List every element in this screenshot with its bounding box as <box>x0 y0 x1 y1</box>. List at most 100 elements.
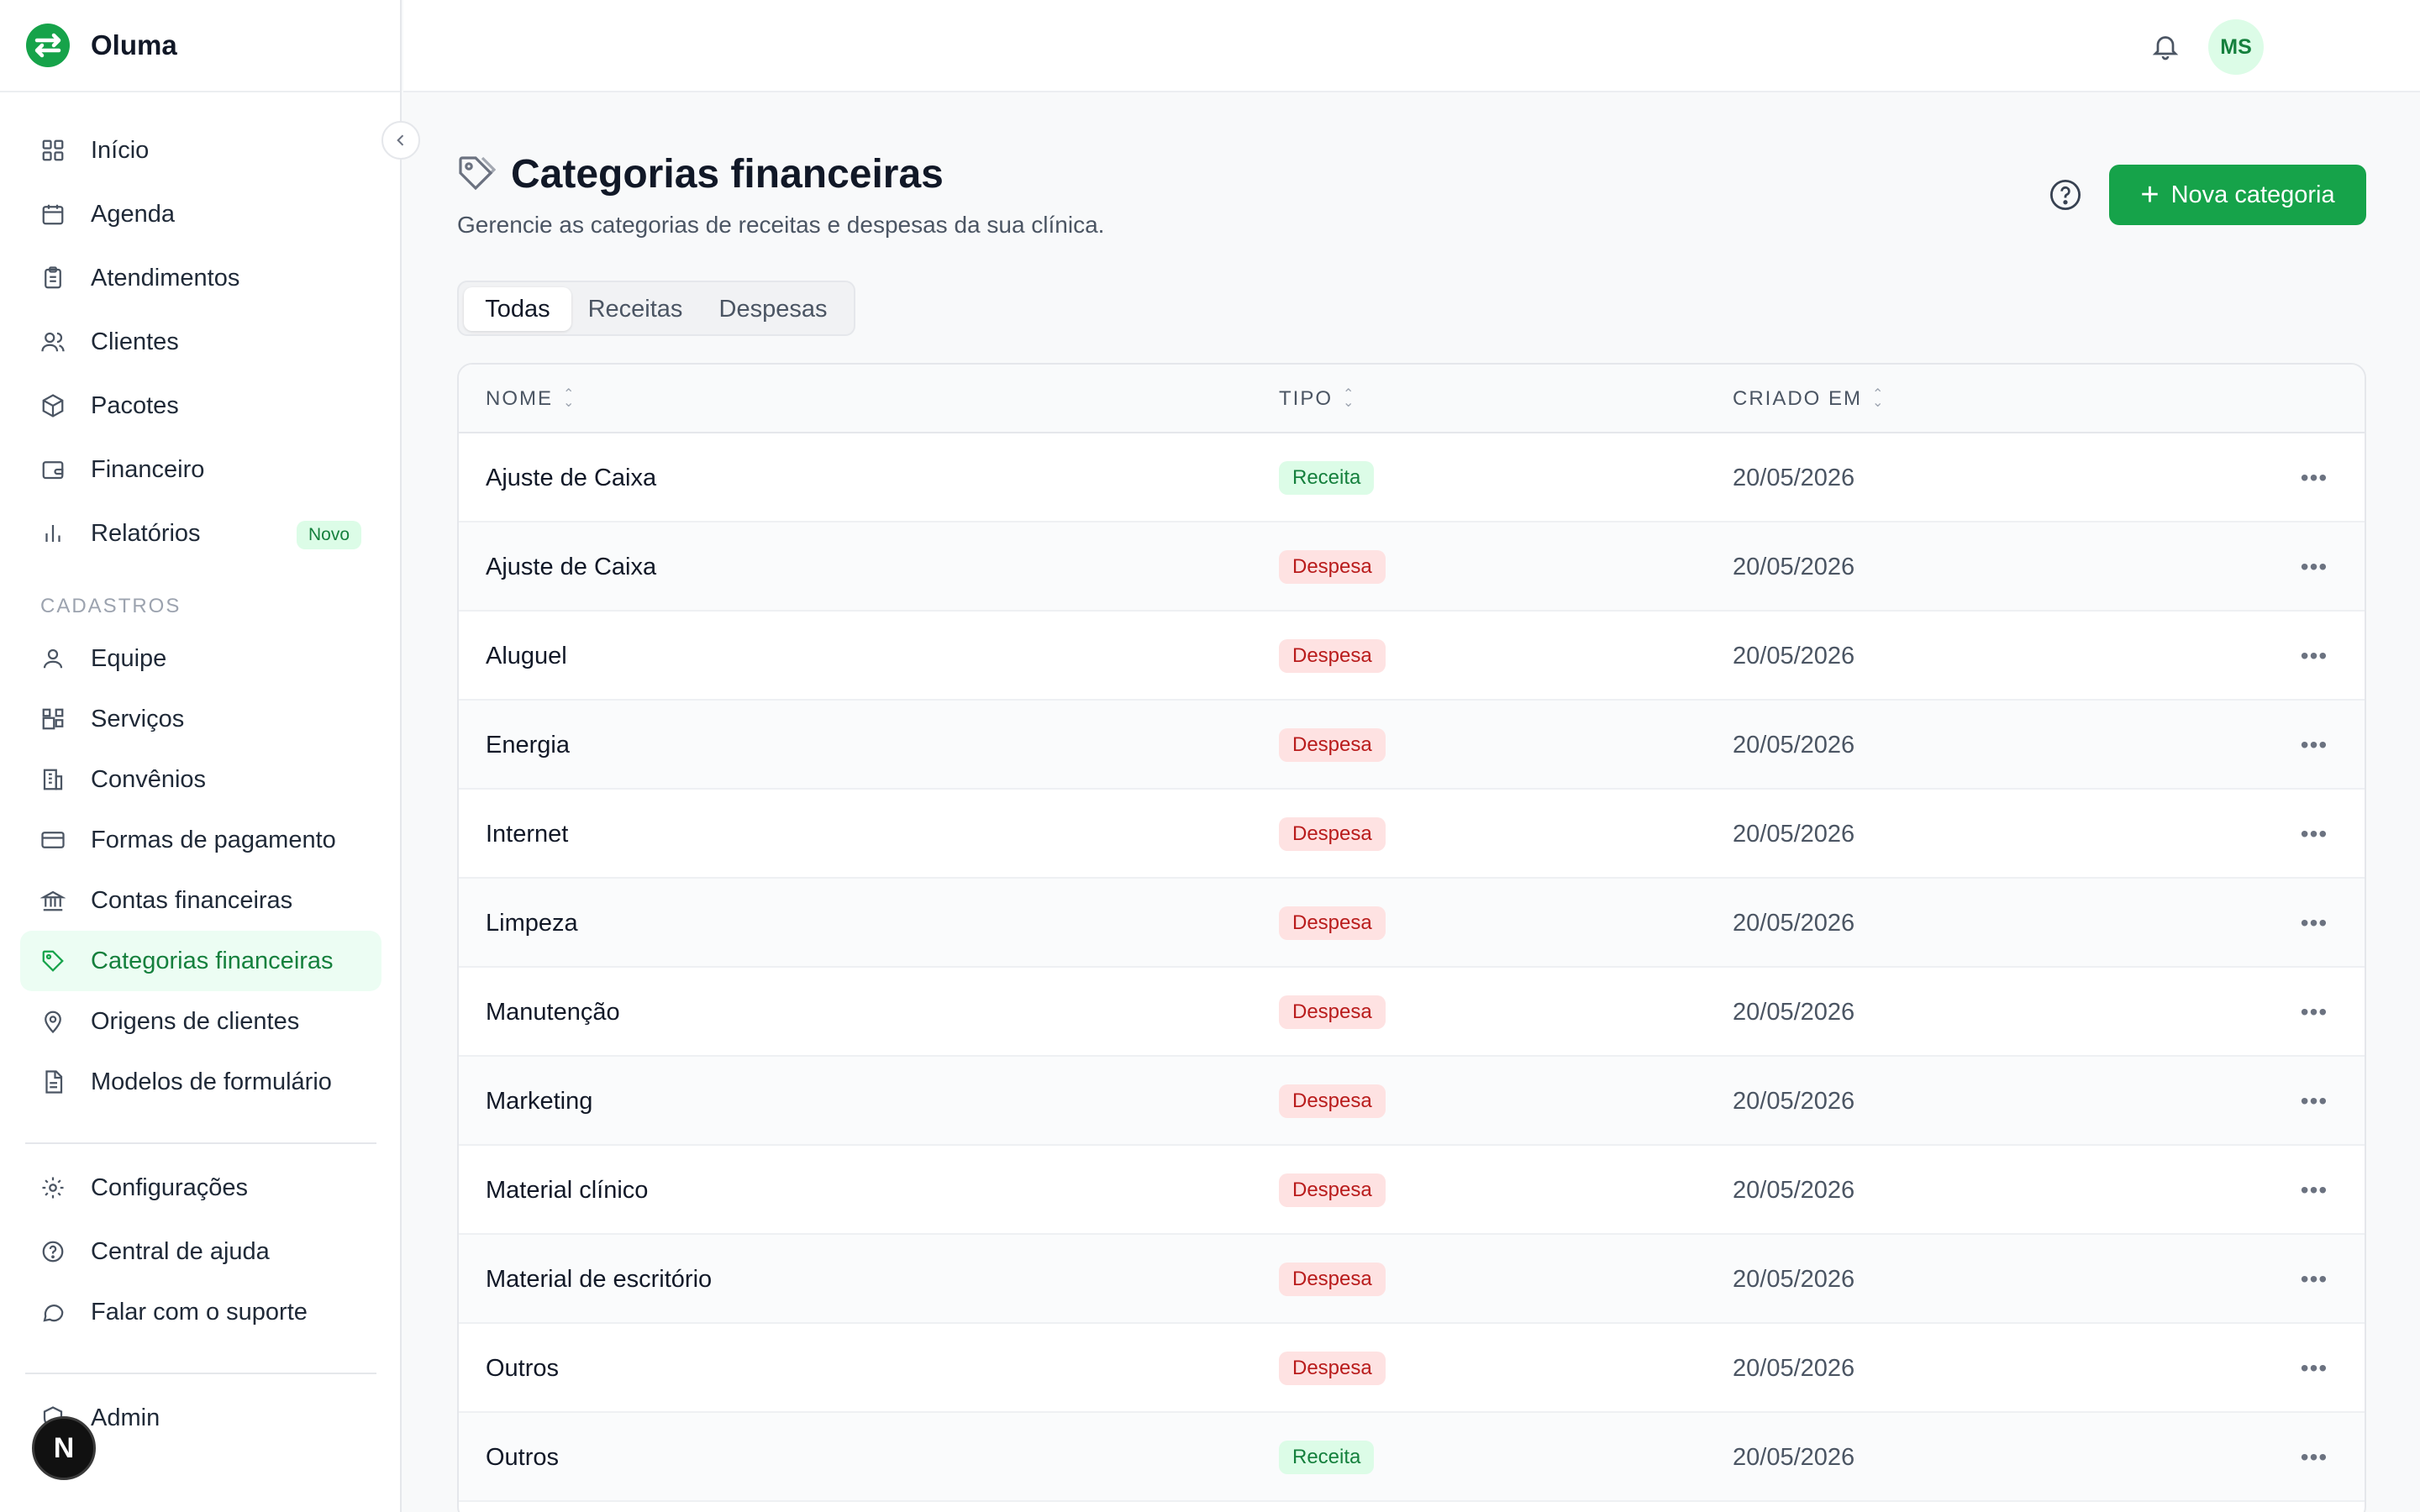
more-horizontal-icon: ••• <box>2300 643 2328 669</box>
table-row[interactable]: Ajuste de Caixa Despesa 20/05/2026 ••• <box>459 522 2365 612</box>
sidebar-item-contas-financeiras[interactable]: Contas financeiras <box>20 870 381 931</box>
row-actions-button[interactable]: ••• <box>2296 909 2333 937</box>
sidebar-item-configuracoes[interactable]: Configurações <box>20 1158 381 1218</box>
wallet-icon <box>39 455 67 484</box>
category-name: Internet <box>486 820 569 848</box>
table-row[interactable]: Limpeza Despesa 20/05/2026 ••• <box>459 879 2365 968</box>
type-badge: Despesa <box>1279 639 1386 673</box>
row-actions-button[interactable]: ••• <box>2296 1176 2333 1205</box>
sidebar-item-equipe[interactable]: Equipe <box>20 628 381 689</box>
tab-todas[interactable]: Todas <box>464 287 571 331</box>
dev-tools-fab[interactable]: N <box>32 1416 96 1480</box>
category-name: Ajuste de Caixa <box>486 553 657 580</box>
sidebar-item-origens-clientes[interactable]: Origens de clientes <box>20 991 381 1052</box>
sidebar-item-clientes[interactable]: Clientes <box>20 312 381 372</box>
row-actions-button[interactable]: ••• <box>2296 998 2333 1026</box>
type-badge: Receita <box>1279 1441 1375 1474</box>
category-name: Material de escritório <box>486 1265 713 1293</box>
users-icon <box>39 328 67 356</box>
column-header-criado-em[interactable]: CRIADO EM ⌃ ⌄ <box>1733 365 1885 433</box>
tab-despesas[interactable]: Despesas <box>701 287 845 331</box>
more-horizontal-icon: ••• <box>2300 999 2328 1025</box>
created-date: 20/05/2026 <box>1733 820 1855 848</box>
more-horizontal-icon: ••• <box>2300 1266 2328 1292</box>
type-badge: Despesa <box>1279 906 1386 940</box>
table-row[interactable]: Aluguel Despesa 20/05/2026 ••• <box>459 612 2365 701</box>
sidebar-item-categorias-financeiras[interactable]: Categorias financeiras <box>20 931 381 991</box>
bank-icon <box>39 886 67 915</box>
table-row[interactable]: Outros Receita 20/05/2026 ••• <box>459 1413 2365 1502</box>
brand[interactable]: Oluma <box>0 0 400 92</box>
created-date: 20/05/2026 <box>1733 1176 1855 1204</box>
sort-icon: ⌃ ⌄ <box>563 387 576 410</box>
sidebar-item-label: Equipe <box>91 644 167 672</box>
file-text-icon <box>39 1068 67 1096</box>
category-name: Ajuste de Caixa <box>486 464 657 491</box>
row-actions-button[interactable]: ••• <box>2296 642 2333 670</box>
row-actions-button[interactable]: ••• <box>2296 1265 2333 1294</box>
tag-icon <box>455 153 499 197</box>
row-actions-button[interactable]: ••• <box>2296 1354 2333 1383</box>
created-date: 20/05/2026 <box>1733 642 1855 669</box>
sidebar-item-modelos-formulario[interactable]: Modelos de formulário <box>20 1052 381 1112</box>
sidebar-item-atendimentos[interactable]: Atendimentos <box>20 248 381 308</box>
table-row[interactable]: Energia Despesa 20/05/2026 ••• <box>459 701 2365 790</box>
table-row[interactable]: Internet Despesa 20/05/2026 ••• <box>459 790 2365 879</box>
collapse-sidebar-button[interactable] <box>381 121 420 160</box>
sidebar-item-pacotes[interactable]: Pacotes <box>20 375 381 436</box>
sidebar-item-convenios[interactable]: Convênios <box>20 749 381 810</box>
sidebar-item-relatorios[interactable]: Relatórios Novo <box>20 503 381 564</box>
map-pin-icon <box>39 1007 67 1036</box>
column-header-nome[interactable]: NOME ⌃ ⌄ <box>486 365 576 433</box>
column-label: TIPO <box>1279 387 1334 410</box>
sidebar-item-inicio[interactable]: Início <box>20 120 381 181</box>
table-row[interactable]: Manutenção Despesa 20/05/2026 ••• <box>459 968 2365 1057</box>
category-name: Marketing <box>486 1087 593 1115</box>
table-row[interactable]: Ajuste de Caixa Receita 20/05/2026 ••• <box>459 433 2365 522</box>
table-row[interactable]: Outros Despesa 20/05/2026 ••• <box>459 1324 2365 1413</box>
row-actions-button[interactable]: ••• <box>2296 464 2333 492</box>
row-actions-button[interactable]: ••• <box>2296 1087 2333 1116</box>
sidebar-item-label: Configurações <box>91 1173 248 1201</box>
sidebar-item-label: Início <box>91 136 150 164</box>
help-button[interactable] <box>2044 173 2087 217</box>
table-row[interactable]: Material clínico Despesa 20/05/2026 ••• <box>459 1146 2365 1235</box>
new-category-button[interactable]: + Nova categoria <box>2109 165 2366 225</box>
sidebar-item-agenda[interactable]: Agenda <box>20 184 381 244</box>
created-date: 20/05/2026 <box>1733 1354 1855 1382</box>
user-avatar[interactable]: MS <box>2208 19 2264 75</box>
created-date: 20/05/2026 <box>1733 1087 1855 1115</box>
sidebar-item-central-ajuda[interactable]: Central de ajuda <box>20 1221 381 1282</box>
row-actions-button[interactable]: ••• <box>2296 1443 2333 1472</box>
sidebar-item-label: Convênios <box>91 765 207 793</box>
sort-icon: ⌃ ⌄ <box>1343 387 1356 410</box>
app-name: Oluma <box>91 29 177 60</box>
table-row[interactable]: Marketing Despesa 20/05/2026 ••• <box>459 1057 2365 1146</box>
row-actions-button[interactable]: ••• <box>2296 731 2333 759</box>
created-date: 20/05/2026 <box>1733 553 1855 580</box>
sidebar-item-label: Serviços <box>91 705 185 732</box>
table-row[interactable]: Material de escritório Despesa 20/05/2026 •… <box>459 1235 2365 1324</box>
sidebar-item-label: Relatórios <box>91 519 201 547</box>
more-horizontal-icon: ••• <box>2300 1088 2328 1114</box>
sidebar-item-label: Agenda <box>91 200 175 228</box>
column-header-tipo[interactable]: TIPO ⌃ ⌄ <box>1279 365 1355 433</box>
section-label-cadastros: CADASTROS <box>40 595 182 617</box>
sidebar-item-servicos[interactable]: Serviços <box>20 689 381 749</box>
tab-receitas[interactable]: Receitas <box>573 287 697 331</box>
type-badge: Despesa <box>1279 1352 1386 1385</box>
category-name: Outros <box>486 1354 560 1382</box>
more-horizontal-icon: ••• <box>2300 910 2328 936</box>
row-actions-button[interactable]: ••• <box>2296 553 2333 581</box>
category-name: Aluguel <box>486 642 567 669</box>
oluma-logo-icon <box>26 24 70 67</box>
sort-icon: ⌃ ⌄ <box>1872 387 1886 410</box>
more-horizontal-icon: ••• <box>2300 554 2328 580</box>
sidebar-item-financeiro[interactable]: Financeiro <box>20 439 381 500</box>
created-date: 20/05/2026 <box>1733 464 1855 491</box>
sidebar-item-formas-pagamento[interactable]: Formas de pagamento <box>20 810 381 870</box>
sidebar-item-label: Central de ajuda <box>91 1237 270 1265</box>
row-actions-button[interactable]: ••• <box>2296 820 2333 848</box>
sidebar-item-falar-suporte[interactable]: Falar com o suporte <box>20 1282 381 1342</box>
notifications-button[interactable] <box>2144 25 2186 67</box>
